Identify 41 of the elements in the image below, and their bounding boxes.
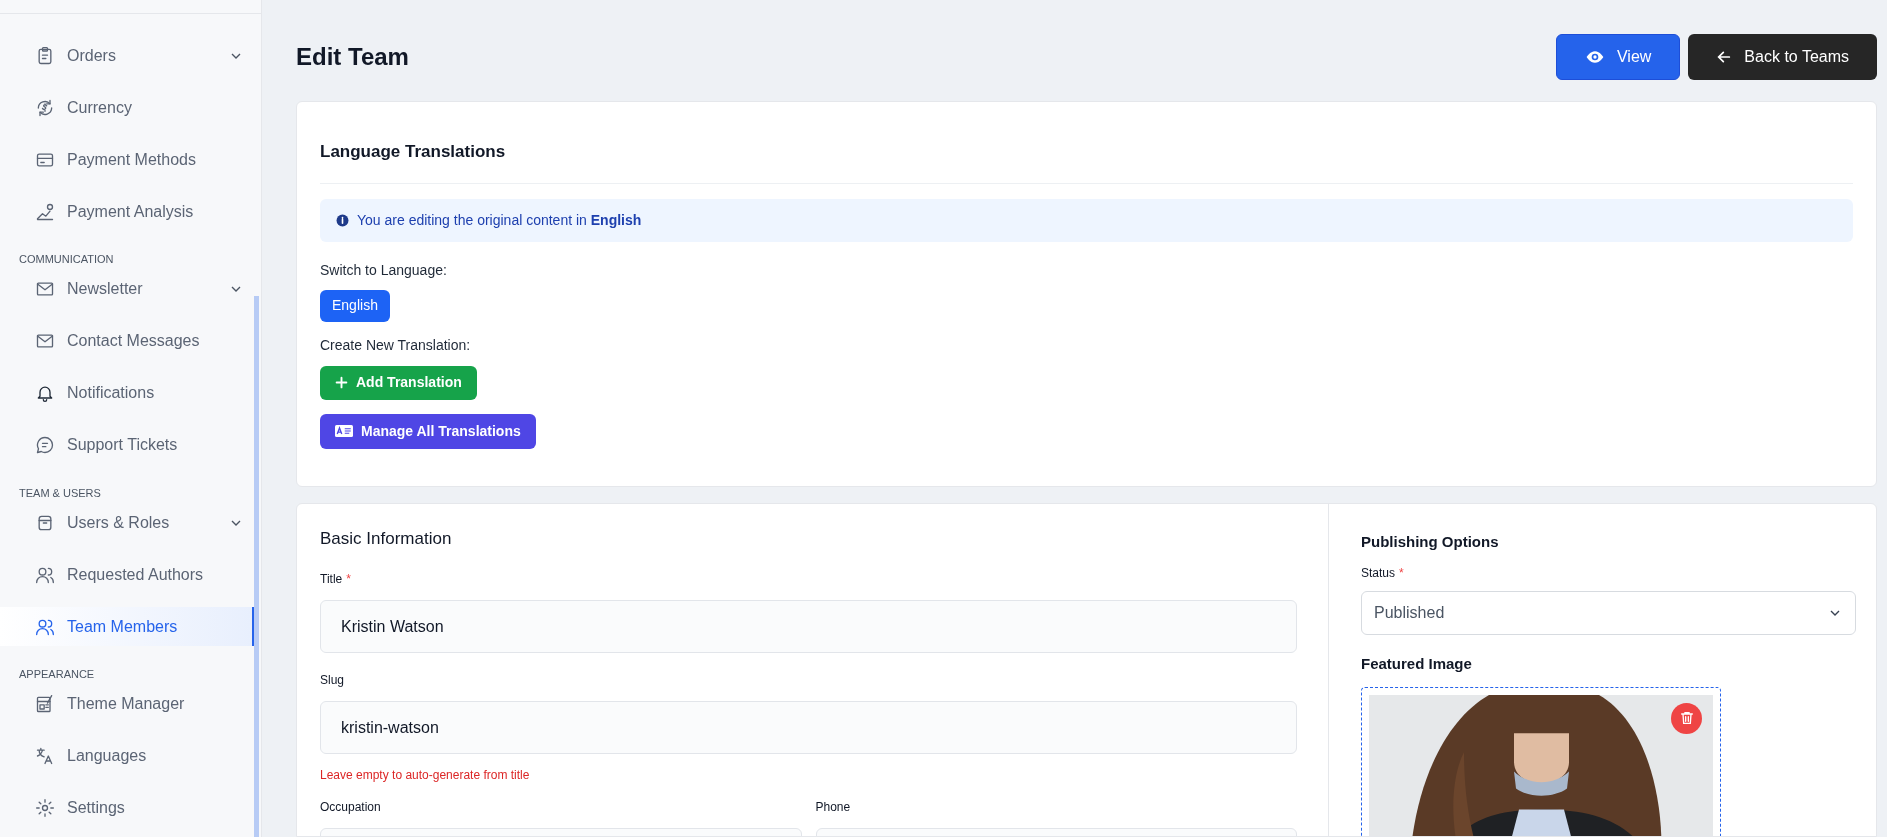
sidebar-item[interactable]: Settings: [0, 788, 254, 828]
sidebar-item[interactable]: Newsletter: [0, 269, 254, 309]
language-button[interactable]: English: [320, 289, 390, 322]
status-select[interactable]: Published: [1361, 591, 1856, 635]
section-heading: TEAM & USERS: [18, 485, 102, 501]
sidebar-item[interactable]: Team Members: [0, 607, 254, 646]
sidebar-item[interactable]: Contact Messages: [0, 321, 254, 361]
sidebar-item[interactable]: Orders: [0, 36, 254, 75]
section-title: Featured Image: [1361, 654, 1473, 674]
sidebar-item[interactable]: Notifications: [0, 373, 254, 413]
text-field[interactable]: kristin-watson: [320, 701, 1297, 754]
page-title: Edit Team: [296, 42, 409, 72]
sidebar-item[interactable]: Currency: [0, 88, 254, 127]
sidebar-item[interactable]: Payment Analysis: [0, 192, 254, 231]
sidebar-item[interactable]: Languages: [0, 736, 254, 776]
required-mark: *: [346, 571, 351, 588]
add-translation-button[interactable]: Add Translation: [320, 365, 477, 400]
field-label: Occupation: [320, 799, 382, 816]
sidebar-item[interactable]: Payment Methods: [0, 140, 254, 179]
section-heading: APPEARANCE: [18, 667, 96, 682]
text-field[interactable]: Kristin Watson: [320, 600, 1297, 653]
field-label: Switch to Language:: [320, 260, 448, 280]
section-heading: COMMUNICATION: [18, 252, 115, 267]
section-title: Publishing Options: [1361, 531, 1500, 552]
required-mark: *: [1399, 565, 1404, 582]
section-title: Basic Information: [320, 527, 453, 550]
field-label: Create New Translation:: [320, 335, 472, 355]
help-text: Leave empty to auto-generate from title: [320, 767, 531, 784]
view-button[interactable]: View: [1555, 34, 1681, 80]
card-title: Language Translations: [320, 139, 1853, 184]
sidebar-item[interactable]: Users & Roles: [0, 503, 254, 542]
info-text: You are editing the original content in English: [357, 210, 642, 230]
back-button[interactable]: Back to Teams: [1688, 34, 1877, 80]
sidebar-item[interactable]: Theme Manager: [0, 684, 254, 724]
field-label: Slug: [320, 672, 345, 689]
field-label: Phone: [815, 799, 852, 816]
sidebar-item[interactable]: Requested Authors: [0, 555, 254, 594]
sidebar-item[interactable]: Support Tickets: [0, 425, 254, 465]
field-label: Status: [1361, 565, 1396, 582]
manage-translations-button[interactable]: Manage All Translations: [320, 413, 536, 449]
field-label: Title: [320, 571, 343, 588]
